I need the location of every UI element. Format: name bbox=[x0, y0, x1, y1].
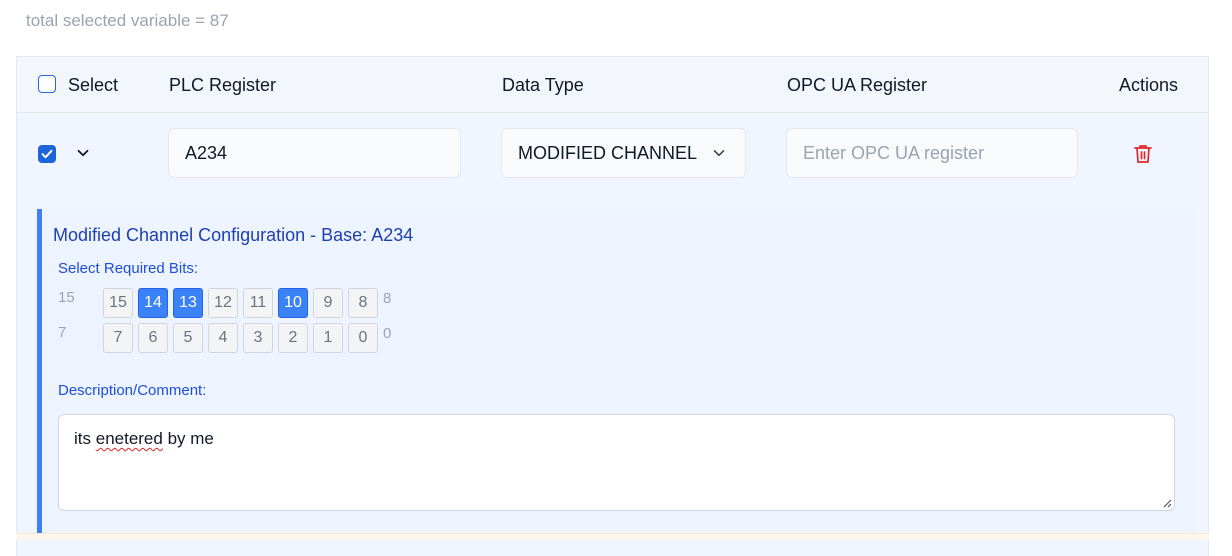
plc-register-input[interactable]: A234 bbox=[168, 128, 461, 178]
bit-toggle-7[interactable]: 7 bbox=[103, 323, 133, 353]
bit-toggle-11[interactable]: 11 bbox=[243, 288, 273, 318]
description-text: its enetered by me bbox=[74, 429, 214, 449]
bit-toggle-2[interactable]: 2 bbox=[278, 323, 308, 353]
bit-toggle-3[interactable]: 3 bbox=[243, 323, 273, 353]
register-table: Select PLC Register Data Type OPC UA Reg… bbox=[16, 56, 1209, 556]
bit-toggle-1[interactable]: 1 bbox=[313, 323, 343, 353]
description-word: by me bbox=[167, 429, 214, 448]
description-word: its bbox=[74, 429, 91, 448]
select-all-checkbox[interactable] bbox=[38, 75, 56, 93]
bit-toggle-8[interactable]: 8 bbox=[348, 288, 378, 318]
header-data-type: Data Type bbox=[502, 75, 584, 95]
description-label: Description/Comment: bbox=[58, 382, 207, 399]
bit-toggle-12[interactable]: 12 bbox=[208, 288, 238, 318]
description-textarea[interactable]: its enetered by me bbox=[58, 414, 1175, 511]
header-actions: Actions bbox=[1119, 75, 1179, 95]
bit-toggle-14[interactable]: 14 bbox=[138, 288, 168, 318]
bit-toggle-15[interactable]: 15 bbox=[103, 288, 133, 318]
opc-ua-register-input[interactable]: Enter OPC UA register bbox=[786, 128, 1078, 178]
next-row-edge bbox=[16, 533, 1209, 540]
data-type-value: MODIFIED CHANNEL bbox=[518, 143, 698, 163]
config-title: Modified Channel Configuration - Base: A… bbox=[53, 225, 414, 245]
header-opc-ua-register: OPC UA Register bbox=[787, 75, 928, 95]
bit-toggle-13[interactable]: 13 bbox=[173, 288, 203, 318]
bit-toggle-9[interactable]: 9 bbox=[313, 288, 343, 318]
bit-toggle-6[interactable]: 6 bbox=[138, 323, 168, 353]
high-row-end-label: 8 bbox=[383, 290, 392, 307]
row-select-checkbox[interactable] bbox=[38, 145, 56, 163]
table-header: Select PLC Register Data Type OPC UA Reg… bbox=[17, 57, 1208, 113]
resize-handle-icon[interactable] bbox=[1162, 498, 1172, 508]
bit-toggle-5[interactable]: 5 bbox=[173, 323, 203, 353]
total-selected-count: total selected variable = 87 bbox=[26, 11, 229, 30]
data-type-select[interactable]: MODIFIED CHANNEL bbox=[501, 128, 746, 178]
bit-toggle-0[interactable]: 0 bbox=[348, 323, 378, 353]
bits-label: Select Required Bits: bbox=[58, 260, 199, 277]
low-row-end-label: 0 bbox=[383, 325, 392, 342]
check-icon bbox=[41, 149, 53, 159]
header-plc-register: PLC Register bbox=[169, 75, 277, 95]
low-row-start-label: 7 bbox=[58, 324, 67, 341]
trash-icon[interactable] bbox=[1133, 143, 1153, 165]
spellcheck-word: enetered bbox=[95, 429, 163, 448]
bit-toggle-10[interactable]: 10 bbox=[278, 288, 308, 318]
chevron-down-icon bbox=[713, 150, 725, 157]
high-row-start-label: 15 bbox=[58, 289, 75, 306]
expand-chevron-icon[interactable] bbox=[76, 146, 90, 160]
header-select: Select bbox=[68, 75, 119, 95]
bit-toggle-4[interactable]: 4 bbox=[208, 323, 238, 353]
